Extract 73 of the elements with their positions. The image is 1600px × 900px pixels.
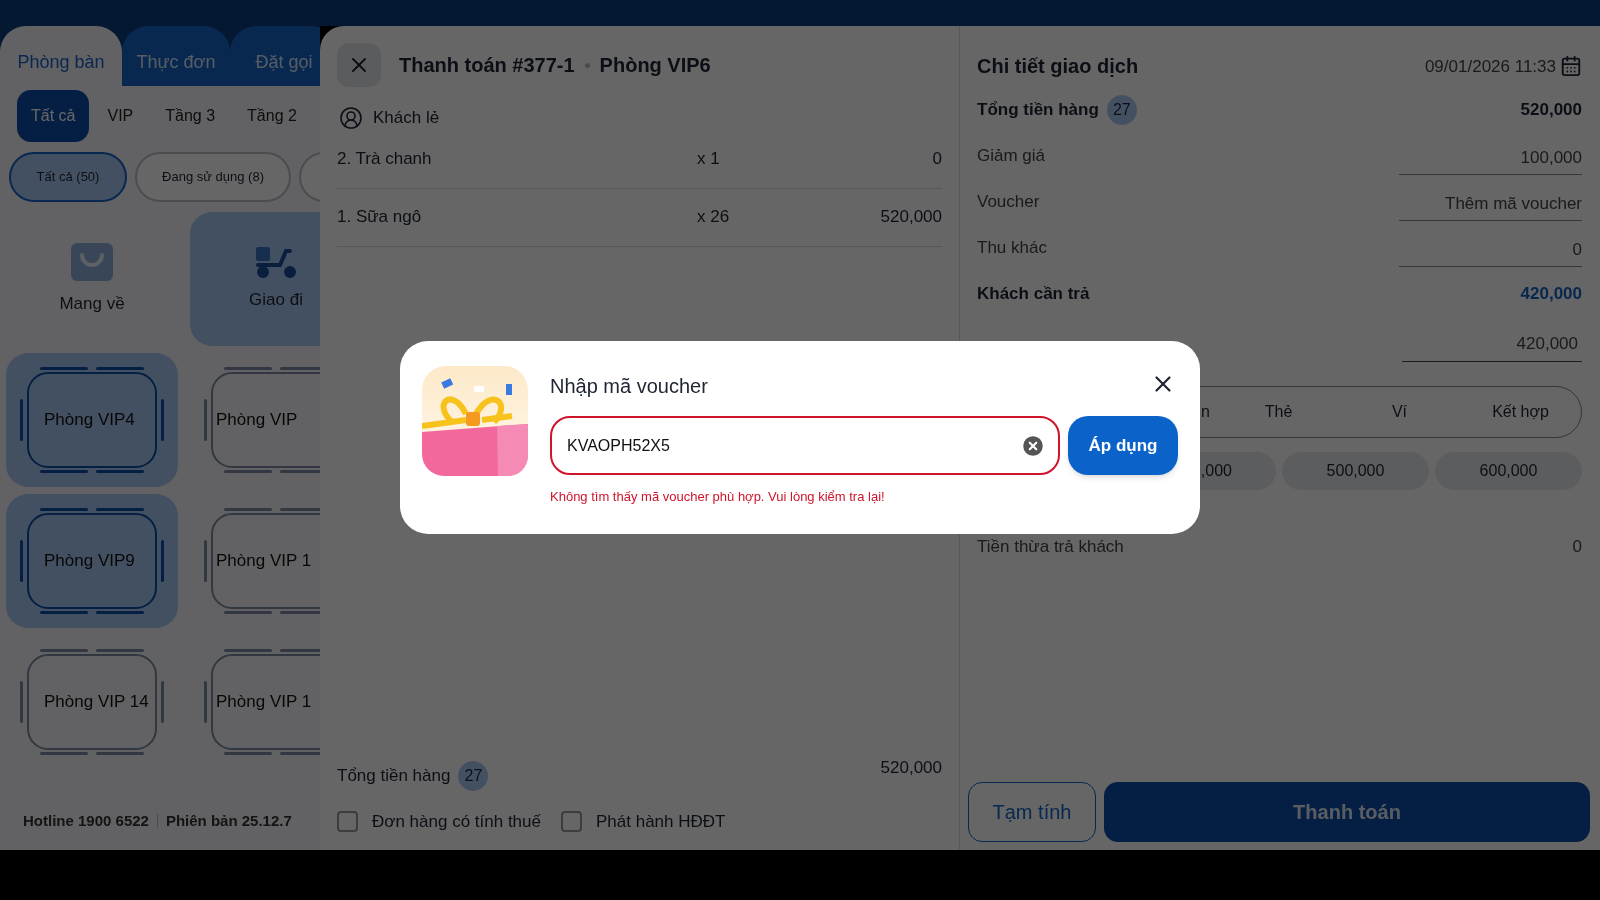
top-tab[interactable]: Thực đơn [122,26,230,86]
checkbox-label: Đơn hàng có tính thuế [372,810,541,833]
due-amount: 420,000 [1520,283,1582,306]
room-card[interactable]: Phòng VIP [190,353,320,487]
area-filter[interactable]: Tầng 2 [233,90,311,142]
date-time: 09/01/2026 11:33 [1424,57,1556,75]
total-amount: 520,000 [880,756,942,779]
detail-label: Tổng tiền hàng [977,99,1099,122]
total-label: Tổng tiền hàng [337,764,451,787]
calendar-icon [1560,55,1582,77]
payment-method[interactable]: Thẻ [1218,399,1339,424]
table-icon [20,508,164,614]
scooter-icon [254,245,298,280]
area-filter[interactable]: Tầng 3 [151,90,230,142]
dialog-title: Nhập mã voucher [550,374,708,399]
user-icon [339,105,363,130]
room-card[interactable]: Phòng VIP9 [6,494,178,628]
table-icon [204,649,320,755]
area-filter[interactable]: VIP [93,90,148,142]
room-card[interactable]: Phòng VIP 14 [6,635,178,769]
payment-title: Thanh toán #377-1 [399,53,575,78]
item-amount: 520,000 [879,206,942,229]
detail-label: Thu khác [977,237,1047,260]
checkbox-label: Phát hành HĐĐT [596,810,726,833]
detail-label: Giảm giá [977,145,1046,168]
draft-button[interactable]: Tạm tính [968,782,1096,842]
quick-amount[interactable]: 600,000 [1435,451,1582,490]
detail-label: Voucher [977,191,1040,214]
room-name: Phòng VIP6 [599,53,711,78]
detail-input[interactable]: Thêm mã voucher [1399,182,1582,222]
hotline-text: Hotline 1900 6522 [23,810,149,831]
error-message: Không tìm thấy mã voucher phù hợp. Vui lòng kiểm tra lại! [550,488,886,506]
paid-input[interactable]: 420,000 [1402,331,1582,362]
bag-icon [70,241,114,284]
payment-method[interactable]: Kết hợp [1460,399,1581,424]
table-icon [204,367,320,473]
count-badge: 27 [1106,95,1137,125]
checkbox[interactable] [337,810,358,832]
item-quantity: x 26 [697,206,731,229]
status-filter[interactable]: Tất cả (50) [9,152,127,202]
item-quantity: x 1 [697,148,721,171]
change-label: Tiền thừa trả khách [977,535,1124,558]
checkbox[interactable] [561,810,582,832]
change-value: 0 [1572,535,1582,558]
detail-input[interactable]: 0 [1399,228,1582,268]
detail-value: 520,000 [1520,99,1582,122]
payment-method[interactable]: Ví [1339,399,1460,424]
order-type-card[interactable]: Mang về [6,212,178,346]
details-title: Chi tiết giao dịch [977,56,1139,76]
item-amount: 0 [931,148,942,171]
table-icon [20,367,164,473]
version-text: Phiên bản 25.12.7 [165,810,292,831]
detail-label: Khách cần trả [977,283,1090,306]
item-name: 1. Sữa ngô [337,206,423,229]
table-icon [20,649,164,755]
quick-amount[interactable]: 500,000 [1282,451,1429,490]
status-filter[interactable]: Đang sử dụng (8) [135,152,291,202]
table-icon [204,508,320,614]
area-filter[interactable]: Tất cả [17,90,90,142]
count-badge: 27 [458,760,489,791]
room-card[interactable]: Phòng VIP 1 [190,494,320,628]
gift-icon [422,366,528,476]
top-tab[interactable]: Phòng bàn [0,26,122,86]
detail-input[interactable]: 100,000 [1399,136,1582,176]
room-card[interactable]: Phòng VIP 1 [190,635,320,769]
item-name: 2. Trà chanh [337,148,433,171]
customer-name: Khách lẻ [373,107,440,129]
order-type-card[interactable]: Giao đi [190,212,320,346]
room-card[interactable]: Phòng VIP4 [6,353,178,487]
apply-button[interactable]: Áp dụng [1068,416,1178,475]
voucher-code-field[interactable]: KVAOPH52X5 [550,416,1060,475]
top-tab[interactable]: Đặt gọi [230,26,320,86]
pay-button[interactable]: Thanh toán [1104,782,1590,842]
